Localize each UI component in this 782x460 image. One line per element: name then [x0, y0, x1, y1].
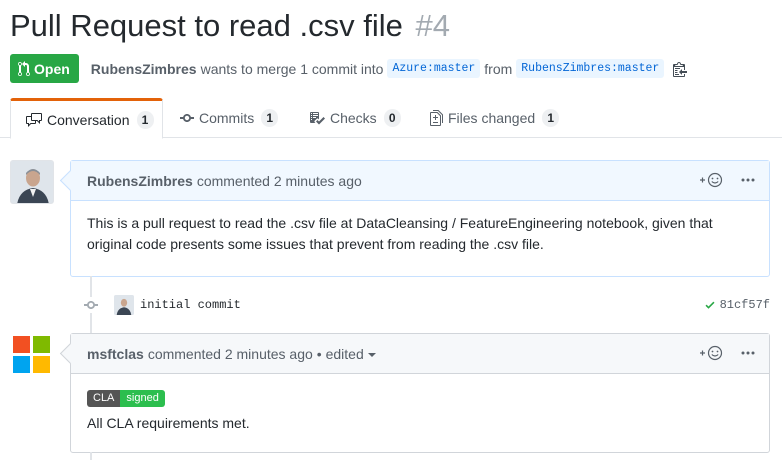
tab-conversation-count: 1 — [136, 110, 154, 129]
cla-badge[interactable]: CLA signed — [87, 390, 165, 407]
more-options-button[interactable] — [741, 178, 755, 182]
kebab-horizontal-icon — [741, 351, 755, 355]
add-reaction-button[interactable] — [699, 172, 723, 188]
file-diff-icon — [430, 110, 443, 126]
git-pull-request-icon — [18, 60, 30, 76]
tab-files-changed[interactable]: Files changed 1 — [430, 98, 560, 138]
commit-message-link[interactable]: initial commit — [140, 298, 241, 312]
git-commit-icon — [82, 297, 100, 313]
timeline-line — [90, 452, 92, 460]
tab-checks-label: Checks — [330, 110, 377, 126]
commit-sha-link[interactable]: 81cf57f — [720, 298, 770, 312]
tab-commits-count: 1 — [261, 109, 279, 127]
tab-commits[interactable]: Commits 1 — [180, 98, 279, 138]
logo-yellow-square — [33, 356, 50, 373]
checklist-icon — [309, 110, 325, 126]
comment-actions — [699, 345, 755, 361]
pr-tabs: Conversation 1 Commits 1 Checks 0 Files … — [0, 98, 782, 139]
comment: RubensZimbres commented 2 minutes ago Th… — [70, 160, 770, 277]
comment-actions — [699, 172, 755, 188]
comment-author-link[interactable]: RubensZimbres — [87, 173, 193, 189]
comment-author-link[interactable]: msftclas — [87, 346, 144, 362]
state-badge: Open — [10, 54, 79, 83]
cla-status-text: All CLA requirements met. — [87, 415, 250, 431]
clippy-icon — [673, 61, 688, 77]
state-label: Open — [34, 60, 70, 77]
tab-commits-label: Commits — [199, 110, 255, 126]
logo-green-square — [33, 336, 50, 353]
commit-row: initial commit 81cf57f — [82, 293, 772, 317]
tab-checks-count: 0 — [383, 109, 401, 127]
cla-badge-left: CLA — [87, 390, 121, 407]
avatar[interactable] — [10, 160, 54, 204]
base-branch[interactable]: Azure:master — [387, 59, 481, 78]
tab-files-changed-count: 1 — [542, 109, 560, 127]
smiley-icon — [700, 172, 723, 188]
check-icon — [705, 301, 715, 309]
comment-body: CLA signed All CLA requirements met. — [71, 374, 769, 446]
tab-checks[interactable]: Checks 0 — [309, 98, 401, 138]
pr-meta: Open RubensZimbres wants to merge 1 comm… — [10, 54, 688, 83]
comment-body: This is a pull request to read the .csv … — [87, 215, 713, 252]
smiley-icon — [700, 345, 723, 361]
add-reaction-button[interactable] — [699, 345, 723, 361]
copy-branch-button[interactable] — [673, 61, 688, 77]
pr-number: #4 — [415, 8, 450, 43]
pr-title-text: Pull Request to read .csv file — [10, 8, 403, 43]
comment-discussion-icon — [26, 112, 42, 128]
comment-timestamp: commented 2 minutes ago — [147, 345, 313, 362]
edited-label: • edited — [316, 345, 364, 362]
commit-author-avatar[interactable] — [114, 295, 134, 315]
commit-sha: 81cf57f — [704, 298, 770, 312]
edited-dropdown[interactable]: • edited — [317, 346, 376, 362]
merge-text: wants to merge 1 commit into — [200, 60, 384, 77]
tab-conversation[interactable]: Conversation 1 — [10, 98, 163, 139]
git-commit-icon — [180, 110, 194, 126]
pr-author-link[interactable]: RubensZimbres — [91, 61, 197, 77]
comment-timestamp: commented 2 minutes ago — [196, 172, 362, 189]
tab-files-changed-label: Files changed — [448, 110, 536, 126]
more-options-button[interactable] — [741, 351, 755, 355]
user-photo-icon — [11, 161, 53, 203]
user-photo-icon — [114, 295, 134, 315]
caret-down-icon — [367, 352, 376, 357]
cla-badge-right: signed — [120, 390, 165, 407]
comment-header: RubensZimbres commented 2 minutes ago — [71, 161, 769, 201]
kebab-horizontal-icon — [741, 178, 755, 182]
pr-title: Pull Request to read .csv file #4 — [10, 8, 450, 44]
logo-red-square — [13, 336, 30, 353]
tab-conversation-label: Conversation — [47, 111, 130, 128]
head-branch[interactable]: RubensZimbres:master — [516, 59, 665, 78]
comment: msftclas commented 2 minutes ago • edite… — [70, 333, 770, 453]
microsoft-logo-avatar[interactable] — [13, 336, 50, 373]
from-text: from — [484, 60, 513, 77]
logo-blue-square — [13, 356, 30, 373]
comment-header: msftclas commented 2 minutes ago • edite… — [71, 334, 769, 374]
